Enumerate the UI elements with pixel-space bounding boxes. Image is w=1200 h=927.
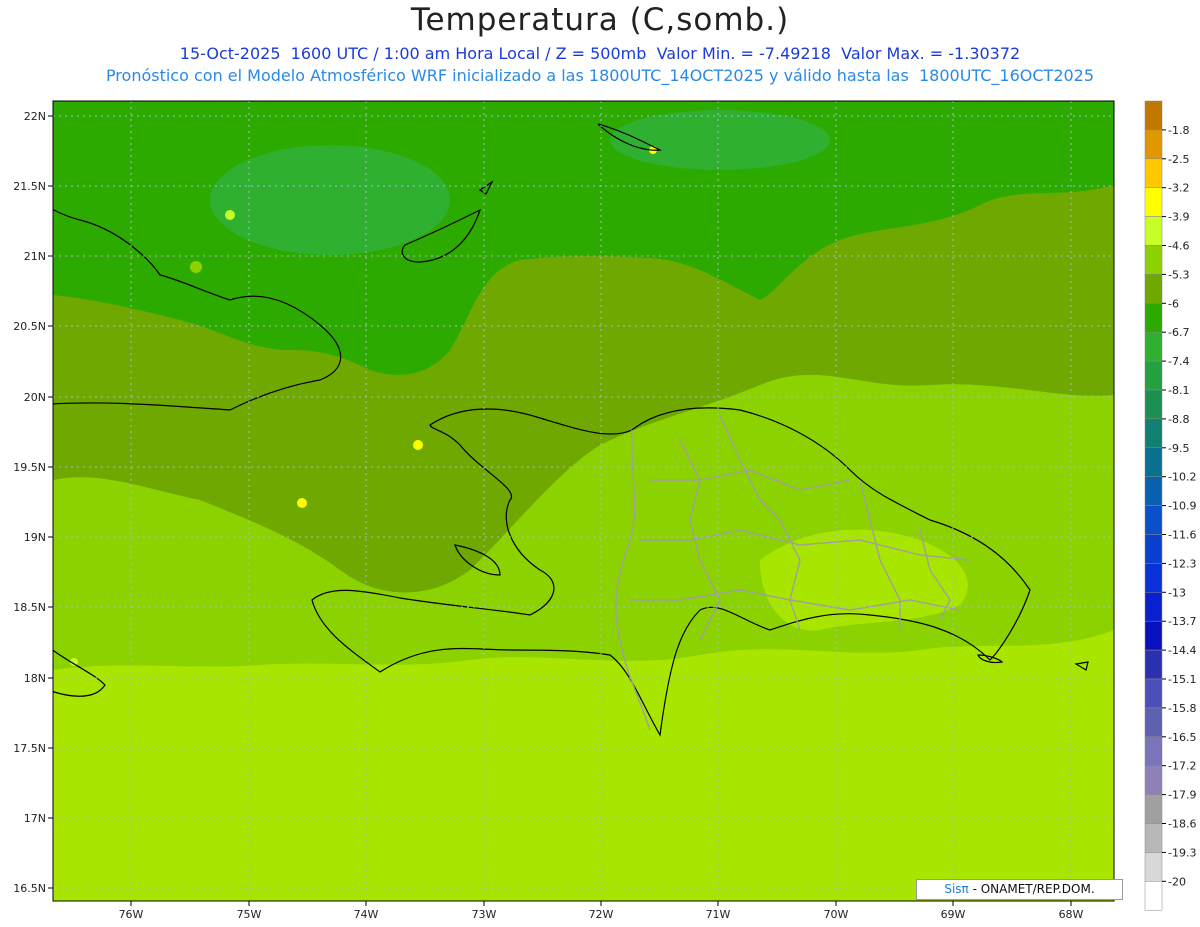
colorbar-label: -6.7 xyxy=(1168,326,1189,339)
colorbar-label: -14.4 xyxy=(1168,644,1196,657)
colorbar-label: -17.2 xyxy=(1168,760,1196,773)
colorbar-label: -9.5 xyxy=(1168,442,1189,455)
lon-label: 72W xyxy=(589,908,614,921)
colorbar-swatch xyxy=(1144,881,1163,911)
colorbar-label: -10.9 xyxy=(1168,500,1196,513)
colorbar-swatch xyxy=(1144,216,1163,246)
colorbar-swatch xyxy=(1144,389,1163,420)
colorbar-swatch xyxy=(1144,360,1163,391)
lon-label: 75W xyxy=(237,908,262,921)
lat-label: 18.5N xyxy=(13,601,46,614)
lon-label: 70W xyxy=(824,908,849,921)
colorbar-label: -6 xyxy=(1168,297,1179,310)
colorbar-swatch xyxy=(1144,187,1163,217)
colorbar-label: -4.6 xyxy=(1168,240,1189,253)
colorbar-label: -10.2 xyxy=(1168,471,1196,484)
lat-label: 17N xyxy=(24,812,46,825)
colorbar-swatch xyxy=(1144,129,1163,160)
colorbar-label: -18.6 xyxy=(1168,818,1196,831)
colorbar-label: -2.5 xyxy=(1168,153,1189,166)
colorbar-swatch xyxy=(1144,447,1163,477)
lon-label: 69W xyxy=(941,908,966,921)
lat-label: 19.5N xyxy=(13,461,46,474)
colorbar-label: -11.6 xyxy=(1168,529,1196,542)
colorbar-swatch xyxy=(1144,620,1163,651)
colorbar-swatch xyxy=(1144,678,1163,709)
colorbar-label: -17.9 xyxy=(1168,789,1196,802)
credit-box: Sisπ - ONAMET/REP.DOM. xyxy=(916,879,1123,900)
lat-label: 19N xyxy=(24,531,46,544)
colorbar-swatch xyxy=(1144,303,1163,333)
colorbar-swatch xyxy=(1144,505,1163,535)
latitude-labels: 22N 21.5N 21N 20.5N 20N 19.5N 19N 18.5N … xyxy=(13,110,46,895)
colorbar-swatch xyxy=(1144,649,1163,680)
colorbar-label: -1.8 xyxy=(1168,124,1189,137)
colorbar-label: -3.9 xyxy=(1168,211,1189,224)
lon-label: 76W xyxy=(119,908,144,921)
lat-label: 22N xyxy=(24,110,46,123)
colorbar: -1.8 -2.5 -3.2 -3.9 -4.6 -5.3 -6 -6.7 -7.4 -8.1 -8… xyxy=(1144,100,1196,911)
colorbar-swatch xyxy=(1144,707,1163,738)
colorbar-label: -13.7 xyxy=(1168,615,1196,628)
colorbar-label: -5.3 xyxy=(1168,268,1189,281)
colorbar-swatch xyxy=(1144,158,1163,188)
colorbar-swatch xyxy=(1144,476,1163,506)
lat-label: 21.5N xyxy=(13,180,46,193)
colorbar-label: -15.8 xyxy=(1168,702,1196,715)
colorbar-swatch xyxy=(1144,100,1163,131)
longitude-labels: 76W 75W 74W 73W 72W 71W 70W 69W 68W xyxy=(119,908,1084,921)
colorbar-swatch xyxy=(1144,794,1163,824)
lat-label: 18N xyxy=(24,672,46,685)
temperature-field xyxy=(53,101,1114,901)
colorbar-label: -8.8 xyxy=(1168,413,1189,426)
colorbar-swatch xyxy=(1144,418,1163,449)
colorbar-swatch xyxy=(1144,563,1163,593)
credit-text: - ONAMET/REP.DOM. xyxy=(968,882,1095,896)
lat-label: 20N xyxy=(24,391,46,404)
colorbar-label: -15.1 xyxy=(1168,673,1196,686)
lon-label: 74W xyxy=(354,908,379,921)
colorbar-label: -16.5 xyxy=(1168,731,1196,744)
lon-label: 68W xyxy=(1059,908,1084,921)
colorbar-label: -13 xyxy=(1168,586,1186,599)
lat-label: 20.5N xyxy=(13,320,46,333)
colorbar-label: -12.3 xyxy=(1168,557,1196,570)
colorbar-swatch xyxy=(1144,736,1163,766)
colorbar-label: -3.2 xyxy=(1168,182,1189,195)
colorbar-swatch xyxy=(1144,852,1163,882)
lon-label: 71W xyxy=(706,908,731,921)
colorbar-label: -20 xyxy=(1168,875,1186,888)
sispi-logo: Sisπ xyxy=(944,882,969,896)
colorbar-swatch xyxy=(1144,245,1163,275)
temperature-map: 22N 21.5N 21N 20.5N 20N 19.5N 19N 18.5N … xyxy=(13,100,1196,921)
lat-label: 17.5N xyxy=(13,742,46,755)
lat-label: 21N xyxy=(24,250,46,263)
colorbar-swatch xyxy=(1144,534,1163,564)
colorbar-swatch xyxy=(1144,823,1163,853)
lat-label: 16.5N xyxy=(13,882,46,895)
colorbar-label: -8.1 xyxy=(1168,384,1189,397)
colorbar-swatch xyxy=(1144,592,1163,622)
colorbar-swatch xyxy=(1144,765,1163,795)
colorbar-label: -7.4 xyxy=(1168,355,1189,368)
colorbar-label: -19.3 xyxy=(1168,846,1196,859)
lon-label: 73W xyxy=(472,908,497,921)
colorbar-swatch xyxy=(1144,331,1163,362)
colorbar-swatch xyxy=(1144,274,1163,304)
